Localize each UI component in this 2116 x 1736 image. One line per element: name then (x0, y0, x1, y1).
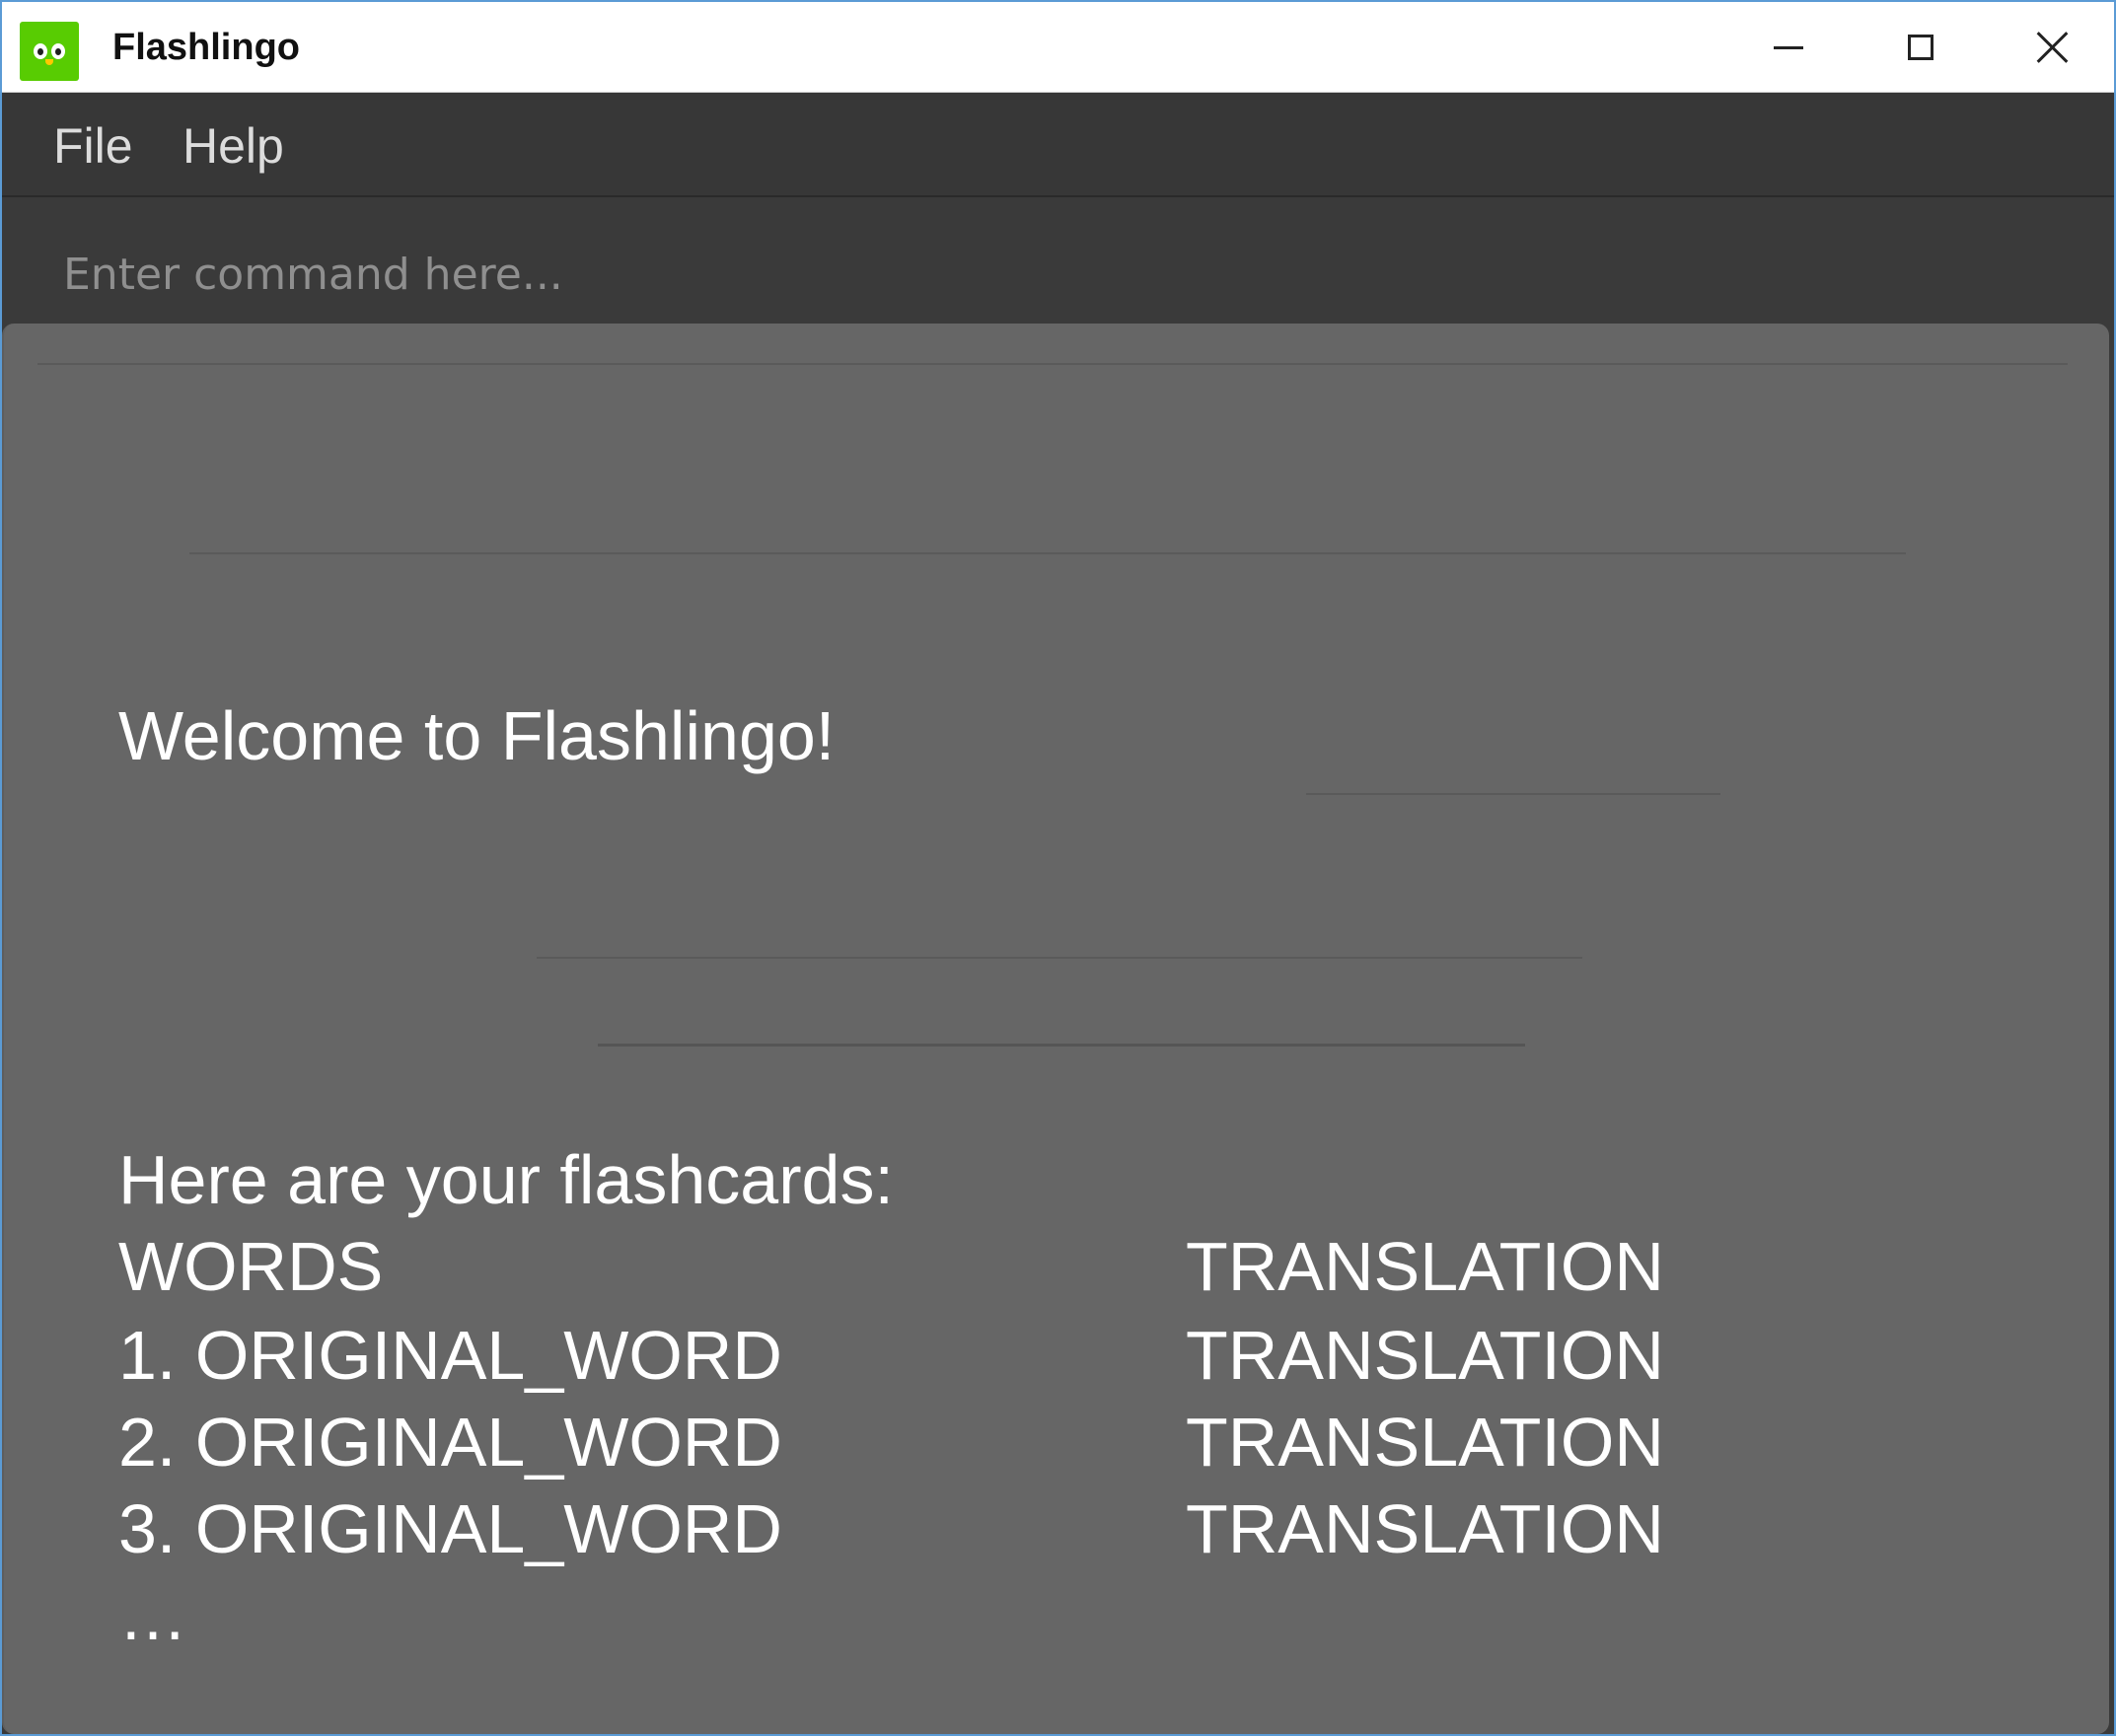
maximize-icon (1908, 35, 1934, 60)
flashcard-word: 3. ORIGINAL_WORD (118, 1490, 782, 1567)
duolingo-owl-icon (20, 22, 79, 81)
menu-file[interactable]: File (53, 116, 133, 176)
panel-divider (37, 363, 2068, 365)
flashcard-row: 3. ORIGINAL_WORD TRANSLATION (118, 1485, 1795, 1572)
flashcard-row: 2. ORIGINAL_WORD TRANSLATION (118, 1399, 1795, 1485)
menu-help[interactable]: Help (182, 116, 284, 176)
flashcard-table-header: WORDS TRANSLATION (118, 1223, 1795, 1310)
menu-bar: File Help (2, 93, 2114, 197)
command-box (2, 197, 2114, 326)
window-title: Flashlingo (112, 27, 300, 68)
app-window: Flashlingo File Help Welcome to Flashlin… (0, 0, 2116, 1736)
panel-divider (1306, 793, 1720, 795)
panel-divider (598, 1044, 1525, 1047)
column-header-translation: TRANSLATION (1186, 1228, 1664, 1305)
maximize-button[interactable] (1854, 2, 1988, 93)
panel-divider (189, 552, 1906, 554)
panel-divider (537, 957, 1582, 959)
minimize-icon (1774, 45, 1803, 49)
column-header-words: WORDS (118, 1228, 384, 1305)
flashcard-translation: TRANSLATION (1186, 1490, 1664, 1567)
welcome-message: Welcome to Flashlingo! (118, 697, 836, 774)
owl-right-eye (51, 43, 65, 59)
flashcards-intro: Here are your flashcards: (118, 1141, 894, 1218)
flashcard-word: 1. ORIGINAL_WORD (118, 1317, 782, 1394)
flashcard-word: 2. ORIGINAL_WORD (118, 1404, 782, 1481)
close-icon (2036, 31, 2070, 64)
owl-beak (45, 59, 53, 65)
command-input[interactable] (61, 237, 1939, 312)
minimize-button[interactable] (1721, 2, 1856, 93)
more-flashcards-ellipsis: … (118, 1577, 187, 1654)
owl-left-eye (34, 43, 47, 59)
flashcard-translation: TRANSLATION (1186, 1317, 1664, 1394)
close-button[interactable] (1986, 2, 2114, 93)
title-bar[interactable]: Flashlingo (2, 2, 2114, 93)
flashcard-row: 1. ORIGINAL_WORD TRANSLATION (118, 1312, 1795, 1399)
flashcard-translation: TRANSLATION (1186, 1404, 1664, 1481)
